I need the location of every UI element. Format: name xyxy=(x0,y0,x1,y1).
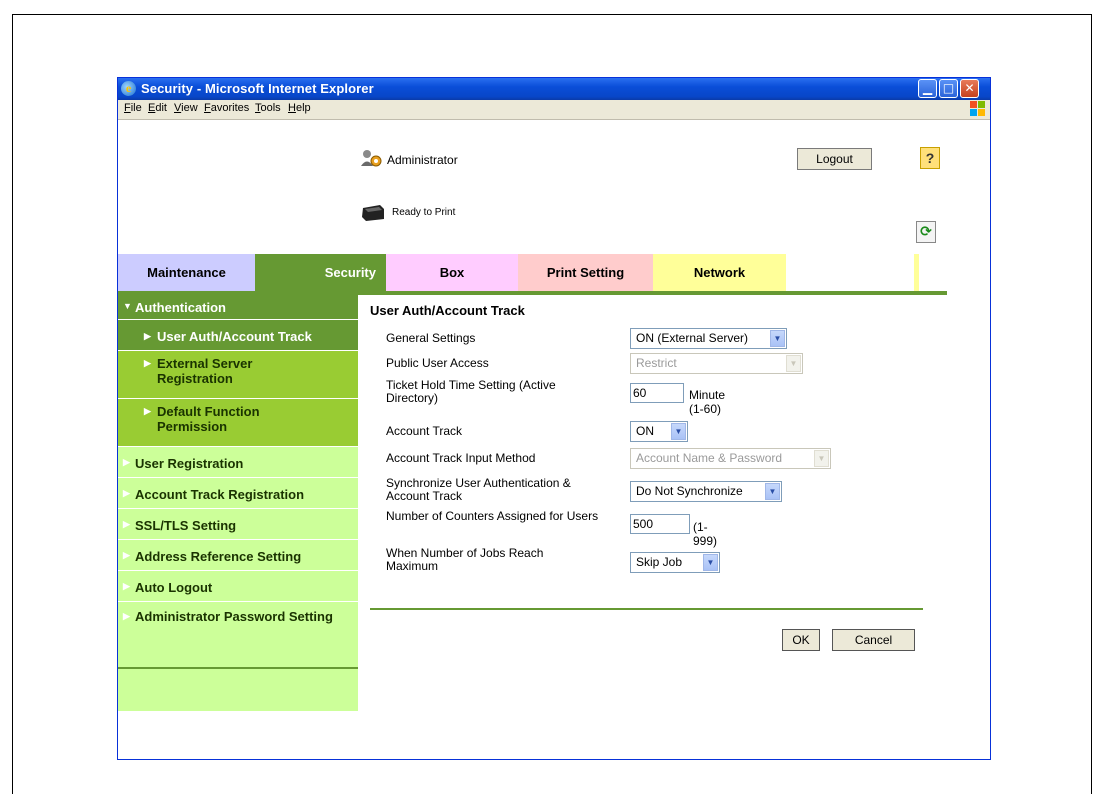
number-of-counters-input[interactable]: 500 xyxy=(630,514,690,534)
select-value: ON (External Server) xyxy=(636,331,749,345)
triangle-right-icon: ▶ xyxy=(123,550,130,560)
user-name: Administrator xyxy=(387,153,458,167)
label-account-track-input-method: Account Track Input Method xyxy=(386,451,536,465)
sidebar-item-label: User Registration xyxy=(135,456,244,471)
public-user-access-select: Restrict ▼ xyxy=(630,353,803,374)
maximize-button[interactable]: □ xyxy=(939,79,958,98)
sidebar-item-account-track-registration[interactable]: ▶ Account Track Registration xyxy=(118,478,358,509)
sidebar-item-label: Address Reference Setting xyxy=(135,549,302,564)
general-settings-select[interactable]: ON (External Server) ▼ xyxy=(630,328,787,349)
window-title: Security - Microsoft Internet Explorer xyxy=(141,81,374,96)
form-divider xyxy=(370,608,923,610)
triangle-right-icon: ▶ xyxy=(144,331,151,341)
help-icon[interactable]: ? xyxy=(920,147,940,169)
ok-button[interactable]: OK xyxy=(782,629,820,651)
ie-icon: e xyxy=(121,81,136,96)
close-button[interactable]: ✕ xyxy=(960,79,979,98)
logout-button[interactable]: Logout xyxy=(797,148,872,170)
menu-tools[interactable]: Tools xyxy=(255,102,281,114)
chevron-down-icon: ▼ xyxy=(786,355,801,372)
page-content: Administrator Logout ? Ready to Print ⟳ … xyxy=(118,120,990,759)
synchronize-select[interactable]: Do Not Synchronize ▼ xyxy=(630,481,782,502)
sidebar-divider xyxy=(118,667,358,669)
triangle-right-icon: ▶ xyxy=(123,611,130,621)
sidebar-item-user-registration[interactable]: ▶ User Registration xyxy=(118,447,358,478)
cancel-button[interactable]: Cancel xyxy=(832,629,915,651)
triangle-right-icon: ▶ xyxy=(144,406,151,416)
number-of-counters-unit: (1-999) xyxy=(693,520,718,548)
sidebar-item-authentication[interactable]: ▼ Authentication xyxy=(118,295,358,320)
select-value: Account Name & Password xyxy=(636,451,783,465)
sidebar-item-label: Administrator Password Setting xyxy=(135,609,333,624)
menu-file[interactable]: File xyxy=(124,102,142,114)
select-value: Restrict xyxy=(636,356,677,370)
title-bar[interactable]: e Security - Microsoft Internet Explorer… xyxy=(118,78,990,100)
tab-security[interactable]: Security xyxy=(255,254,386,293)
triangle-right-icon: ▶ xyxy=(123,581,130,591)
label-public-user-access: Public User Access xyxy=(386,356,489,370)
sidebar-item-label: External Server Registration xyxy=(157,356,253,386)
chevron-down-icon: ▼ xyxy=(765,483,780,500)
minimize-button[interactable]: ▁ xyxy=(918,79,937,98)
menu-favorites[interactable]: Favorites xyxy=(204,102,249,114)
tab-print-setting[interactable]: Print Setting xyxy=(518,254,653,293)
triangle-right-icon: ▶ xyxy=(144,358,151,368)
sidebar-item-label: Account Track Registration xyxy=(135,487,305,502)
sidebar-item-label: Auto Logout xyxy=(135,580,213,595)
sidebar-item-user-auth[interactable]: ▶ User Auth/Account Track xyxy=(118,320,358,351)
windows-logo-icon xyxy=(970,101,986,117)
sidebar-item-label: User Auth/Account Track xyxy=(157,329,312,344)
refresh-icon[interactable]: ⟳ xyxy=(916,221,936,243)
sidebar-item-default-function[interactable]: ▶ Default Function Permission xyxy=(118,399,358,447)
sidebar: ▼ Authentication ▶ User Auth/Account Tra… xyxy=(118,295,358,711)
chevron-down-icon: ▼ xyxy=(814,450,829,467)
tab-maintenance[interactable]: Maintenance xyxy=(118,254,255,293)
tab-box[interactable]: Box xyxy=(386,254,518,293)
sidebar-item-ssl-tls[interactable]: ▶ SSL/TLS Setting xyxy=(118,509,358,540)
menu-bar: File Edit View Favorites Tools Help xyxy=(118,100,990,120)
chevron-down-icon: ▼ xyxy=(770,330,785,347)
printer-status: Ready to Print xyxy=(392,207,456,218)
sidebar-item-auto-logout[interactable]: ▶ Auto Logout xyxy=(118,571,358,602)
sidebar-item-external-server[interactable]: ▶ External Server Registration xyxy=(118,351,358,399)
triangle-right-icon: ▶ xyxy=(123,457,130,467)
sidebar-item-admin-password[interactable]: ▶ Administrator Password Setting xyxy=(118,602,358,650)
tab-bar: Maintenance Security Box Print Setting N… xyxy=(118,254,990,293)
ticket-hold-time-input[interactable]: 60 xyxy=(630,383,684,403)
label-number-of-counters: Number of Counters Assigned for Users xyxy=(386,509,599,523)
sidebar-item-label: Default Function Permission xyxy=(157,404,260,434)
triangle-right-icon: ▶ xyxy=(123,519,130,529)
tab-network[interactable]: Network xyxy=(653,254,786,293)
triangle-right-icon: ▶ xyxy=(123,488,130,498)
chevron-down-icon: ▼ xyxy=(671,423,686,440)
select-value: ON xyxy=(636,424,654,438)
tab-end-marker xyxy=(914,254,919,293)
select-value: Skip Job xyxy=(636,555,683,569)
label-account-track: Account Track xyxy=(386,424,463,438)
label-synchronize: Synchronize User Authentication & Accoun… xyxy=(386,476,571,503)
label-jobs-reach-maximum: When Number of Jobs Reach Maximum xyxy=(386,546,544,573)
label-general-settings: General Settings xyxy=(386,331,476,345)
browser-window: e Security - Microsoft Internet Explorer… xyxy=(117,77,991,760)
account-track-select[interactable]: ON ▼ xyxy=(630,421,688,442)
administrator-icon xyxy=(361,150,382,167)
sidebar-item-label: Authentication xyxy=(135,300,226,315)
menu-view[interactable]: View xyxy=(174,102,198,114)
label-ticket-hold-time: Ticket Hold Time Setting (Active Directo… xyxy=(386,378,556,405)
printer-icon xyxy=(362,205,384,221)
triangle-down-icon: ▼ xyxy=(123,301,132,311)
menu-help[interactable]: Help xyxy=(288,102,311,114)
jobs-reach-maximum-select[interactable]: Skip Job ▼ xyxy=(630,552,720,573)
section-title: User Auth/Account Track xyxy=(370,303,525,318)
select-value: Do Not Synchronize xyxy=(636,484,743,498)
account-track-input-method-select: Account Name & Password ▼ xyxy=(630,448,831,469)
chevron-down-icon: ▼ xyxy=(703,554,718,571)
sidebar-item-address-reference[interactable]: ▶ Address Reference Setting xyxy=(118,540,358,571)
ticket-hold-time-unit: Minute (1-60) xyxy=(689,388,726,416)
menu-edit[interactable]: Edit xyxy=(148,102,167,114)
sidebar-item-label: SSL/TLS Setting xyxy=(135,518,237,533)
